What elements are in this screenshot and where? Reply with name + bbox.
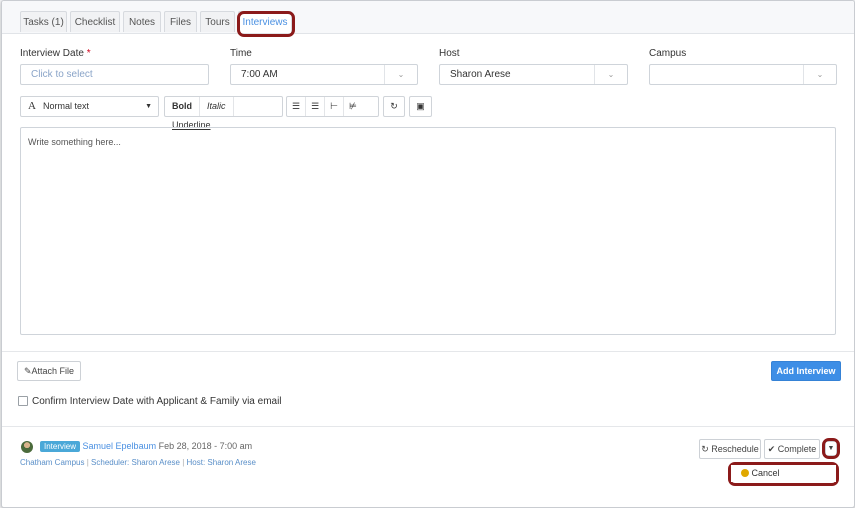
interview-date-placeholder: Click to select (31, 69, 93, 80)
divider (2, 426, 854, 427)
interview-date-label: Interview Date * (20, 48, 91, 59)
text-format-group: Bold ItalicUnderline (164, 96, 283, 130)
paragraph-style-value: Normal text (42, 101, 89, 111)
chevron-down-icon: ⌄ (803, 65, 836, 84)
details-separator: | (182, 458, 185, 467)
confirm-email-checkbox[interactable] (18, 396, 28, 406)
person-link[interactable]: Samuel Epelbaum (83, 441, 157, 451)
interview-entry-header: Interview Samuel Epelbaum Feb 28, 2018 -… (40, 441, 252, 452)
text-style-icon: A (28, 100, 36, 112)
numbered-list-icon[interactable]: ☰ (306, 97, 326, 116)
host-select[interactable]: Sharon Arese ⌄ (439, 64, 628, 85)
cancel-menu-item[interactable]: Cancel (731, 465, 836, 482)
italic-button[interactable]: Italic (200, 97, 234, 116)
caret-down-icon: ▼ (145, 103, 152, 110)
image-icon[interactable]: ▣ (409, 96, 432, 117)
interviews-tab-highlight (237, 11, 295, 37)
confirm-email-label: Confirm Interview Date with Applicant & … (32, 396, 282, 407)
campus-label: Campus (649, 48, 687, 59)
bullet-list-icon[interactable]: ☰ (287, 97, 307, 116)
avatar (21, 441, 33, 453)
divider (2, 351, 854, 352)
tab-tours[interactable]: Tours (200, 11, 235, 32)
paperclip-icon: ✎ (23, 366, 32, 376)
notes-editor[interactable]: Write something here... (20, 127, 836, 335)
scheduler-text: Scheduler: Sharon Arese (91, 458, 180, 467)
reschedule-button[interactable]: ↻ Reschedule (699, 439, 761, 459)
time-select[interactable]: 7:00 AM ⌄ (230, 64, 418, 85)
campus-select[interactable]: ⌄ (649, 64, 837, 85)
complete-button[interactable]: ✔ Complete (764, 439, 820, 459)
undo-icon[interactable]: ↻ (383, 96, 405, 117)
align-left-icon[interactable]: ⊢ (325, 97, 344, 116)
interview-badge: Interview (40, 441, 81, 452)
editor-placeholder: Write something here... (28, 137, 121, 147)
paragraph-style-select[interactable]: A Normal text ▼ (20, 96, 159, 117)
list-format-group: ☰ ☰ ⊢ ⊭ (286, 96, 379, 117)
host-text: Host: Sharon Arese (186, 458, 256, 467)
tab-checklist[interactable]: Checklist (70, 11, 120, 32)
cancel-icon (741, 469, 749, 477)
time-label: Time (230, 48, 252, 59)
interview-date-field[interactable]: Click to select (20, 64, 209, 85)
interview-details: Chatham Campus | Scheduler: Sharon Arese… (20, 458, 256, 467)
campus-text: Chatham Campus (20, 458, 85, 467)
chevron-down-icon: ⌄ (594, 65, 627, 84)
tab-tasks[interactable]: Tasks (1) (20, 11, 67, 32)
check-icon: ✔ (767, 444, 776, 454)
interview-datetime: Feb 28, 2018 - 7:00 am (158, 441, 253, 451)
chevron-down-icon: ⌄ (384, 65, 417, 84)
host-value: Sharon Arese (450, 69, 511, 80)
bold-button[interactable]: Bold (165, 97, 200, 116)
refresh-icon: ↻ (701, 444, 709, 454)
tab-bar: Tasks (1) Checklist Notes Files Tours In… (2, 1, 854, 34)
tab-notes[interactable]: Notes (123, 11, 161, 32)
tab-files[interactable]: Files (164, 11, 197, 32)
interview-panel: Tasks (1) Checklist Notes Files Tours In… (1, 0, 855, 508)
host-label: Host (439, 48, 460, 59)
dropdown-highlight (822, 438, 840, 459)
add-interview-button[interactable]: Add Interview (771, 361, 841, 381)
details-separator: | (86, 458, 89, 467)
align-center-icon[interactable]: ⊭ (344, 97, 362, 116)
attach-file-button[interactable]: ✎Attach File (17, 361, 81, 381)
time-value: 7:00 AM (241, 69, 278, 80)
required-marker: * (86, 48, 91, 59)
